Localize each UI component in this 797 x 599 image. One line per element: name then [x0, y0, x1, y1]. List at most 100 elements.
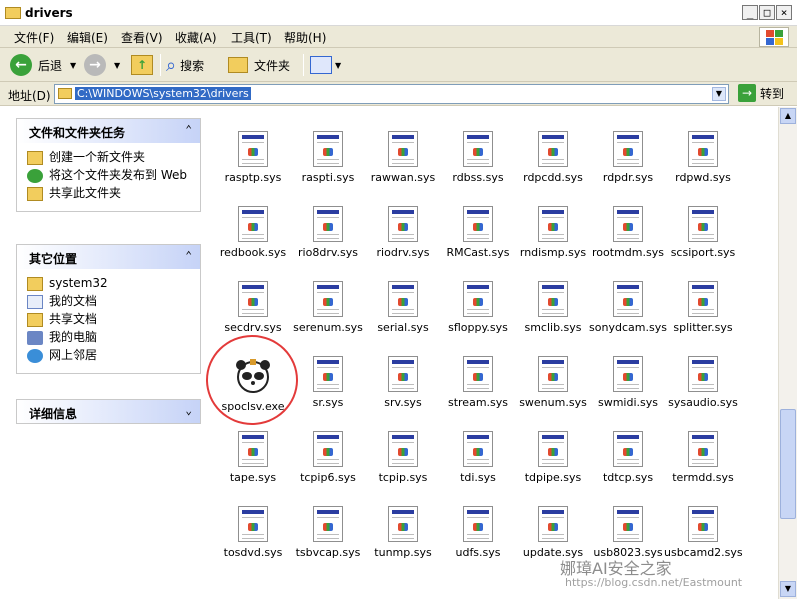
address-input[interactable]: C:\WINDOWS\system32\drivers ▼ — [54, 84, 729, 104]
sys-file-item[interactable]: rdbss.sys — [439, 131, 517, 184]
window-title: drivers — [25, 6, 73, 20]
go-button[interactable]: → 转到 — [738, 84, 784, 102]
sys-file-item[interactable]: secdrv.sys — [214, 281, 292, 334]
scroll-down-icon[interactable]: ▼ — [780, 581, 796, 597]
go-arrow-icon: → — [738, 84, 756, 102]
sys-file-item[interactable]: swmidi.sys — [589, 356, 667, 409]
sys-file-item[interactable]: tape.sys — [214, 431, 292, 484]
views-button[interactable]: ▼ — [310, 53, 341, 77]
file-name: rndismp.sys — [519, 246, 587, 259]
menu-help[interactable]: 帮助(H) — [284, 29, 326, 46]
sys-file-item[interactable]: sysaudio.sys — [664, 356, 742, 409]
place-label[interactable]: 网上邻居 — [49, 349, 97, 362]
place-shared-documents[interactable]: 共享文档 — [17, 311, 200, 329]
sys-file-item[interactable]: sfloppy.sys — [439, 281, 517, 334]
file-name: tcpip6.sys — [300, 471, 356, 484]
collapse-icon[interactable]: ⌃ — [185, 249, 192, 262]
system-file-icon — [313, 506, 343, 542]
sys-file-item[interactable]: tsbvcap.sys — [289, 506, 367, 559]
sys-file-item[interactable]: tcpip6.sys — [289, 431, 367, 484]
tasks-panel-header[interactable]: 文件和文件夹任务 ⌃ — [16, 118, 201, 143]
collapse-icon[interactable]: ⌃ — [185, 123, 192, 136]
task-label[interactable]: 创建一个新文件夹 — [49, 151, 145, 164]
back-button[interactable]: ← 后退 ▼ — [10, 53, 76, 77]
place-label[interactable]: system32 — [49, 277, 108, 290]
sys-file-item[interactable]: tdtcp.sys — [589, 431, 667, 484]
task-new-folder[interactable]: 创建一个新文件夹 — [17, 149, 200, 167]
sys-file-item[interactable]: rio8drv.sys — [289, 206, 367, 259]
sys-file-item[interactable]: serenum.sys — [289, 281, 367, 334]
menu-tools[interactable]: 工具(T) — [231, 29, 272, 46]
sys-file-item[interactable]: update.sys — [514, 506, 592, 559]
task-publish-web[interactable]: 将这个文件夹发布到 Web — [17, 167, 200, 185]
sys-file-item[interactable]: raspti.sys — [289, 131, 367, 184]
sys-file-item[interactable]: tcpip.sys — [364, 431, 442, 484]
menu-file[interactable]: 文件(F) — [14, 29, 54, 46]
place-label[interactable]: 我的电脑 — [49, 331, 97, 344]
sys-file-item[interactable]: tunmp.sys — [364, 506, 442, 559]
sys-file-item[interactable]: termdd.sys — [664, 431, 742, 484]
sys-file-item[interactable]: rdpwd.sys — [664, 131, 742, 184]
system-file-icon — [613, 506, 643, 542]
system-file-icon — [538, 206, 568, 242]
sys-file-item[interactable]: splitter.sys — [664, 281, 742, 334]
scroll-thumb[interactable] — [780, 409, 796, 519]
expand-icon[interactable]: ⌄ — [185, 404, 192, 417]
address-value[interactable]: C:\WINDOWS\system32\drivers — [75, 87, 251, 100]
sys-file-item[interactable]: rndismp.sys — [514, 206, 592, 259]
sys-file-item[interactable]: rasptp.sys — [214, 131, 292, 184]
minimize-button[interactable]: _ — [742, 5, 758, 20]
place-my-computer[interactable]: 我的电脑 — [17, 329, 200, 347]
places-panel-header[interactable]: 其它位置 ⌃ — [16, 244, 201, 269]
system-file-icon — [538, 506, 568, 542]
chevron-down-icon[interactable]: ▼ — [712, 87, 726, 101]
sys-file-item[interactable]: RMCast.sys — [439, 206, 517, 259]
file-name: raspti.sys — [301, 171, 355, 184]
folders-button[interactable]: 文件夹 — [228, 53, 290, 77]
sys-file-item[interactable]: rdpcdd.sys — [514, 131, 592, 184]
documents-icon — [27, 295, 43, 309]
sys-file-item[interactable]: smclib.sys — [514, 281, 592, 334]
sys-file-item[interactable]: swenum.sys — [514, 356, 592, 409]
maximize-button[interactable]: □ — [759, 5, 775, 20]
search-button[interactable]: ⌕ 搜索 — [166, 53, 204, 77]
place-network[interactable]: 网上邻居 — [17, 347, 200, 365]
close-button[interactable]: × — [776, 5, 792, 20]
menu-favorites[interactable]: 收藏(A) — [175, 29, 217, 46]
sys-file-item[interactable]: tosdvd.sys — [214, 506, 292, 559]
task-share-folder[interactable]: 共享此文件夹 — [17, 185, 200, 203]
sys-file-item[interactable]: sonydcam.sys — [589, 281, 667, 334]
sys-file-item[interactable]: tdpipe.sys — [514, 431, 592, 484]
sys-file-item[interactable]: srv.sys — [364, 356, 442, 409]
menu-edit[interactable]: 编辑(E) — [67, 29, 108, 46]
sys-file-item[interactable]: serial.sys — [364, 281, 442, 334]
sys-file-item[interactable]: tdi.sys — [439, 431, 517, 484]
sys-file-item[interactable]: rawwan.sys — [364, 131, 442, 184]
sys-file-item[interactable]: rdpdr.sys — [589, 131, 667, 184]
scroll-up-icon[interactable]: ▲ — [780, 108, 796, 124]
menu-bar: 文件(F) 编辑(E) 查看(V) 收藏(A) 工具(T) 帮助(H) — [0, 26, 797, 48]
sys-file-item[interactable]: udfs.sys — [439, 506, 517, 559]
system-file-icon — [388, 281, 418, 317]
place-label[interactable]: 我的文档 — [49, 295, 97, 308]
vertical-scrollbar[interactable]: ▲ ▼ — [778, 107, 797, 599]
sys-file-item[interactable]: usbcamd2.sys — [664, 506, 743, 559]
details-panel-header[interactable]: 详细信息 ⌄ — [16, 399, 201, 424]
up-folder-button[interactable]: ↑ — [131, 53, 153, 77]
details-panel: 详细信息 ⌄ — [16, 399, 201, 424]
task-label[interactable]: 将这个文件夹发布到 Web — [49, 169, 187, 182]
file-name: tcpip.sys — [378, 471, 428, 484]
sys-file-item[interactable]: sr.sys — [289, 356, 367, 409]
sys-file-item[interactable]: riodrv.sys — [364, 206, 442, 259]
place-system32[interactable]: system32 — [17, 275, 200, 293]
menu-view[interactable]: 查看(V) — [121, 29, 163, 46]
sys-file-item[interactable]: rootmdm.sys — [589, 206, 667, 259]
place-my-documents[interactable]: 我的文档 — [17, 293, 200, 311]
forward-button[interactable]: → ▼ — [84, 53, 120, 77]
sys-file-item[interactable]: redbook.sys — [214, 206, 292, 259]
sys-file-item[interactable]: usb8023.sys — [589, 506, 667, 559]
place-label[interactable]: 共享文档 — [49, 313, 97, 326]
task-label[interactable]: 共享此文件夹 — [49, 187, 121, 200]
sys-file-item[interactable]: scsiport.sys — [664, 206, 742, 259]
sys-file-item[interactable]: stream.sys — [439, 356, 517, 409]
